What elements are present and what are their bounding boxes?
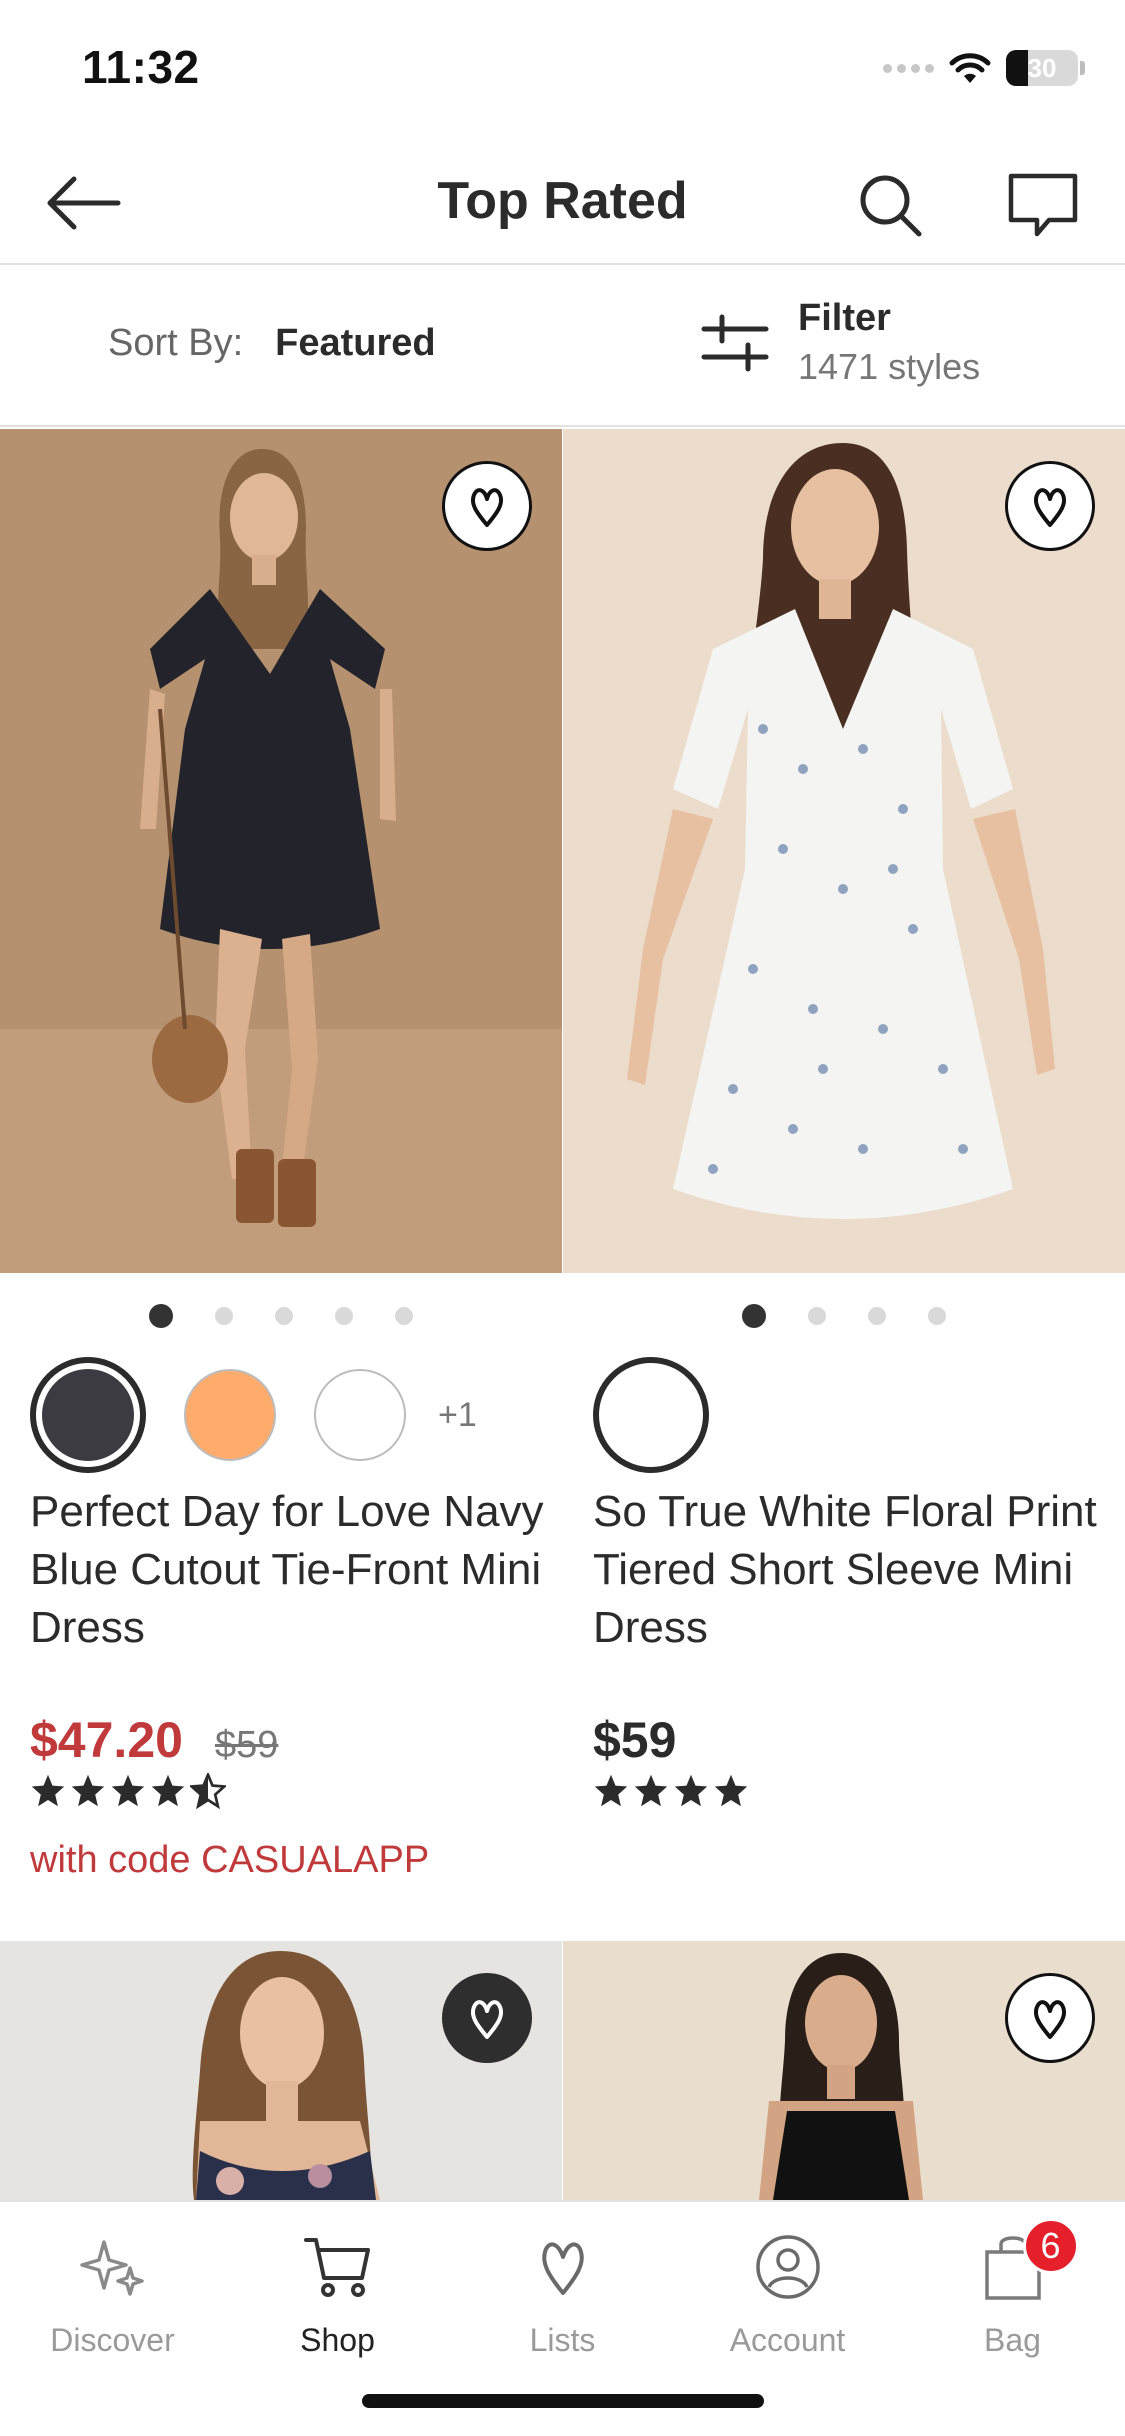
promo-code: with code CASUALAPP xyxy=(30,1839,430,1881)
wishlist-button[interactable] xyxy=(1005,461,1095,551)
color-swatch-white[interactable] xyxy=(593,1357,709,1473)
filter-button[interactable]: Filter 1471 styles xyxy=(700,297,980,388)
filter-count: 1471 styles xyxy=(798,346,981,387)
image-carousel-dots xyxy=(0,1303,562,1329)
color-swatch-orange[interactable] xyxy=(184,1369,276,1461)
star-icon xyxy=(714,1774,748,1807)
heart-v-icon xyxy=(470,488,504,527)
tab-label: Lists xyxy=(529,2322,596,2358)
tab-label: Shop xyxy=(300,2322,375,2358)
chat-button[interactable] xyxy=(995,160,1090,250)
sort-filter-bar: Sort By: Featured Filter 1471 styles xyxy=(0,267,1125,427)
product-image[interactable] xyxy=(563,429,1125,1273)
star-icon xyxy=(31,1774,65,1807)
product-card[interactable] xyxy=(563,1941,1125,2200)
star-icon xyxy=(151,1774,185,1807)
star-rating xyxy=(0,1773,562,1813)
wishlist-button[interactable] xyxy=(442,1973,532,2063)
wishlist-button[interactable] xyxy=(442,461,532,551)
product-name[interactable]: So True White Floral Print Tiered Short … xyxy=(563,1483,1125,1657)
product-card[interactable]: So True White Floral Print Tiered Short … xyxy=(563,429,1125,1813)
tab-discover[interactable]: Discover xyxy=(0,2222,225,2359)
star-icon xyxy=(674,1774,708,1807)
color-swatches: +1 xyxy=(0,1357,562,1473)
status-time: 11:32 xyxy=(82,41,200,93)
tab-label: Discover xyxy=(50,2322,175,2358)
sort-value: Featured xyxy=(275,322,436,364)
sale-price: $47.20 xyxy=(30,1712,183,1768)
color-swatches xyxy=(563,1357,1125,1473)
product-image[interactable] xyxy=(0,1941,562,2200)
home-indicator[interactable] xyxy=(362,2394,764,2408)
star-rating xyxy=(563,1773,1125,1813)
price-row: $47.20 $59 xyxy=(0,1711,562,1769)
cart-icon xyxy=(303,2238,370,2297)
star-icon xyxy=(111,1774,145,1807)
sort-control[interactable]: Sort By: Featured xyxy=(108,322,436,365)
battery-indicator: 30 xyxy=(1006,50,1078,86)
product-card[interactable] xyxy=(0,1941,562,2200)
cellular-signal-icon xyxy=(883,63,934,73)
heart-v-icon xyxy=(1033,2000,1067,2039)
tab-lists[interactable]: Lists xyxy=(450,2222,675,2359)
tab-bag[interactable]: 6 Bag xyxy=(900,2218,1125,2359)
sparkle-icon xyxy=(79,2240,144,2296)
color-swatch-navy[interactable] xyxy=(30,1357,146,1473)
status-indicators: 30 xyxy=(883,46,1085,90)
star-icon xyxy=(71,1774,105,1807)
search-button[interactable] xyxy=(845,160,935,250)
sort-label: Sort By: xyxy=(108,322,244,364)
product-photo xyxy=(0,429,562,1273)
search-icon xyxy=(860,175,922,237)
tab-label: Bag xyxy=(984,2322,1041,2358)
price: $59 xyxy=(593,1712,677,1768)
product-image[interactable] xyxy=(0,429,562,1273)
product-name[interactable]: Perfect Day for Love Navy Blue Cutout Ti… xyxy=(0,1483,562,1657)
status-bar: 11:32 30 xyxy=(0,0,1125,135)
price-row: $59 xyxy=(563,1711,1125,1769)
star-icon xyxy=(190,1773,226,1809)
wishlist-button[interactable] xyxy=(1005,1973,1095,2063)
product-card[interactable]: +1 Perfect Day for Love Navy Blue Cutout… xyxy=(0,429,562,1882)
filter-text: Filter 1471 styles xyxy=(798,297,980,388)
wifi-icon xyxy=(949,53,991,83)
page-title: Top Rated xyxy=(437,172,688,230)
color-swatch-white[interactable] xyxy=(314,1369,406,1461)
tab-label: Account xyxy=(729,2322,846,2358)
product-image[interactable] xyxy=(563,1941,1125,2200)
user-icon xyxy=(755,2235,820,2299)
nav-header: Top Rated xyxy=(0,135,1125,265)
product-photo xyxy=(563,429,1125,1273)
star-icon xyxy=(634,1774,668,1807)
image-carousel-dots xyxy=(563,1303,1125,1329)
tab-account[interactable]: Account xyxy=(675,2222,900,2359)
filter-label: Filter xyxy=(798,297,891,339)
original-price: $59 xyxy=(214,1724,279,1766)
battery-level: 30 xyxy=(1027,52,1057,83)
sliders-icon xyxy=(701,314,769,371)
more-colors-count[interactable]: +1 xyxy=(438,1396,477,1435)
star-icon xyxy=(594,1774,628,1807)
battery-nub xyxy=(1080,61,1085,75)
heart-v-icon xyxy=(541,2242,584,2295)
heart-v-icon xyxy=(1033,488,1067,527)
chat-bubble-icon xyxy=(1008,173,1077,237)
bag-count-badge: 6 xyxy=(1022,2218,1079,2274)
tab-shop[interactable]: Shop xyxy=(225,2222,450,2359)
heart-v-icon xyxy=(470,2000,504,2039)
